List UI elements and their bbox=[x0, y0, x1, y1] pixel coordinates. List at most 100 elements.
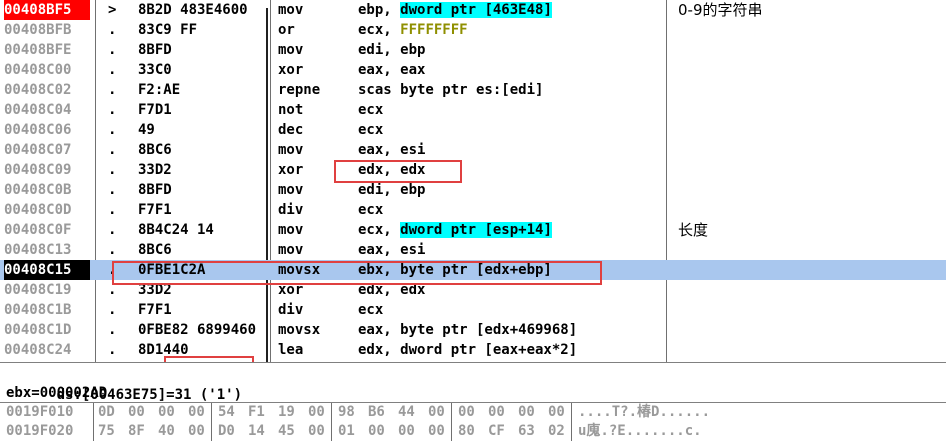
dump-byte: 00 bbox=[428, 404, 445, 420]
disassembly-pane[interactable]: 00408BF5 >8B2D 483E4600 mov ebp, dword ptr … bbox=[0, 0, 946, 363]
dump-ascii: u廆.?E.......c. bbox=[578, 423, 702, 439]
instruction-mnemonic: not bbox=[278, 102, 304, 118]
memory-dump-pane[interactable]: 0019F010 0D 00 00 00 54 F1 19 00 98 B6 44 00 00 00 00 00… bbox=[0, 402, 946, 441]
dump-byte: 00 bbox=[518, 404, 535, 420]
disasm-row[interactable]: 00408BF5 >8B2D 483E4600 mov ebp, dword ptr … bbox=[0, 0, 946, 20]
disasm-row[interactable]: 00408C02. F2:AE repne scas byte ptr es:[edi… bbox=[0, 80, 946, 100]
dump-byte: 98 bbox=[338, 404, 355, 420]
disasm-row[interactable]: 00408C09. 33D2 xor edx, edx bbox=[0, 160, 946, 180]
instruction-address: 00408C15 bbox=[4, 260, 90, 280]
instruction-address: 00408C0F bbox=[4, 222, 72, 238]
dump-byte: 00 bbox=[398, 423, 415, 439]
dump-byte: 40 bbox=[158, 423, 175, 439]
instruction-operands: ebp, dword ptr [463E48] bbox=[358, 2, 552, 18]
dump-byte: 63 bbox=[518, 423, 535, 439]
instruction-address: 00408BF5 bbox=[4, 0, 90, 20]
instruction-operands: ecx, dword ptr [esp+14] bbox=[358, 222, 552, 238]
instruction-address: 00408C0B bbox=[4, 182, 72, 198]
disasm-row[interactable]: 00408C13. 8BC6 mov eax, esi bbox=[0, 240, 946, 260]
instruction-operands: edi, ebp bbox=[358, 182, 426, 198]
instruction-address: 00408C24 bbox=[4, 342, 72, 358]
instruction-hex: F7D1 bbox=[138, 102, 172, 118]
dump-byte: 45 bbox=[278, 423, 295, 439]
instruction-hex: 8BFD bbox=[138, 42, 172, 58]
dump-byte: 19 bbox=[278, 404, 295, 420]
instruction-hex: 8B4C24 14 bbox=[138, 222, 214, 238]
instruction-hex: 83C9 FF bbox=[138, 22, 198, 38]
instruction-mnemonic: dec bbox=[278, 122, 304, 138]
instruction-mnemonic: or bbox=[278, 22, 295, 38]
dump-byte: 00 bbox=[188, 423, 205, 439]
jump-marker: . bbox=[108, 342, 117, 358]
disasm-row[interactable]: 00408C24. 8D1440 lea edx, dword ptr [eax+ea… bbox=[0, 340, 946, 360]
dump-address: 0019F010 bbox=[6, 404, 74, 420]
disasm-row[interactable]: 00408C1B. F7F1 div ecx bbox=[0, 300, 946, 320]
dump-byte: 01 bbox=[338, 423, 355, 439]
instruction-operands: eax, byte ptr [edx+469968] bbox=[358, 322, 578, 338]
instruction-hex: 33D2 bbox=[138, 162, 172, 178]
jump-marker: . bbox=[108, 182, 117, 198]
dump-ascii: ....T?.椿D...... bbox=[578, 404, 711, 420]
instruction-hex: 49 bbox=[138, 122, 155, 138]
dump-byte: 00 bbox=[368, 423, 385, 439]
immediate-value: FFFFFFFF bbox=[400, 22, 468, 38]
instruction-mnemonic: repne bbox=[278, 82, 321, 98]
instruction-mnemonic: mov bbox=[278, 182, 304, 198]
instruction-hex: F7F1 bbox=[138, 302, 172, 318]
disasm-row[interactable]: 00408C06. 49 dec ecx bbox=[0, 120, 946, 140]
instruction-operands: edi, ebp bbox=[358, 42, 426, 58]
instruction-address: 00408C1D bbox=[4, 322, 72, 338]
disasm-row[interactable]: 00408C04. F7D1 not ecx bbox=[0, 100, 946, 120]
jump-marker: . bbox=[108, 122, 117, 138]
dump-byte: 00 bbox=[188, 404, 205, 420]
dump-byte: B6 bbox=[368, 404, 385, 420]
disasm-row[interactable]: 00408C07. 8BC6 mov eax, esi bbox=[0, 140, 946, 160]
instruction-operands: eax, eax bbox=[358, 62, 426, 78]
disasm-row[interactable]: 00408BFE. 8BFD mov edi, ebp bbox=[0, 40, 946, 60]
instruction-hex: 0FBE82 6899460 bbox=[138, 322, 257, 338]
dump-byte: 8F bbox=[128, 423, 145, 439]
disasm-row[interactable]: 00408C0B. 8BFD mov edi, ebp bbox=[0, 180, 946, 200]
instruction-mnemonic: div bbox=[278, 202, 304, 218]
instruction-mnemonic: movsx bbox=[278, 322, 321, 338]
instruction-hex: F2:AE bbox=[138, 82, 181, 98]
info-pane: ds:[00463E75]=31 ('1') ebx=000002AD bbox=[0, 362, 946, 403]
disasm-row[interactable]: 00408C1D. 0FBE82 6899460 movsx eax, byte pt… bbox=[0, 320, 946, 340]
instruction-address: 00408C06 bbox=[4, 122, 72, 138]
instruction-comment: 0-9的字符串 bbox=[678, 1, 763, 19]
instruction-mnemonic: mov bbox=[278, 242, 304, 258]
instruction-operands: eax, esi bbox=[358, 242, 426, 258]
instruction-address: 00408BFE bbox=[4, 42, 72, 58]
dump-byte: D0 bbox=[218, 423, 235, 439]
dump-row[interactable]: 0019F010 0D 00 00 00 54 F1 19 00 98 B6 44 00 00 00 00 00… bbox=[0, 403, 946, 422]
jump-marker: . bbox=[108, 222, 117, 238]
jump-marker: . bbox=[108, 142, 117, 158]
instruction-mnemonic: mov bbox=[278, 2, 304, 18]
instruction-address: 00408C0D bbox=[4, 202, 72, 218]
dump-byte: F1 bbox=[248, 404, 265, 420]
jump-marker: . bbox=[108, 82, 117, 98]
jump-marker: . bbox=[108, 242, 117, 258]
dump-byte: 02 bbox=[548, 423, 565, 439]
instruction-mnemonic: div bbox=[278, 302, 304, 318]
dump-address: 0019F020 bbox=[6, 423, 74, 439]
instruction-hex: F7F1 bbox=[138, 202, 172, 218]
instruction-operands: ecx bbox=[358, 102, 384, 118]
instruction-operands: edx, dword ptr [eax+eax*2] bbox=[358, 342, 578, 358]
jump-marker: . bbox=[108, 302, 117, 318]
instruction-comment: 长度 bbox=[678, 221, 709, 239]
disasm-row[interactable]: 00408C0D. F7F1 div ecx bbox=[0, 200, 946, 220]
instruction-address: 00408C19 bbox=[4, 282, 72, 298]
instruction-operands: ecx bbox=[358, 202, 384, 218]
memory-operand-highlight: dword ptr [esp+14] bbox=[400, 222, 552, 238]
dump-byte: 00 bbox=[308, 423, 325, 439]
annotation-box-xor-edx bbox=[334, 160, 462, 183]
disasm-row[interactable]: 00408C00. 33C0 xor eax, eax bbox=[0, 60, 946, 80]
instruction-operands: ecx, FFFFFFFF bbox=[358, 22, 468, 38]
dump-row[interactable]: 0019F020 75 8F 40 00 D0 14 45 00 01 00 00 00 80 CF 63 02… bbox=[0, 422, 946, 441]
jump-marker: . bbox=[108, 62, 117, 78]
jump-marker: . bbox=[108, 202, 117, 218]
disasm-row[interactable]: 00408BFB. 83C9 FF or ecx, FFFFFFFF bbox=[0, 20, 946, 40]
disasm-row[interactable]: 00408C0F. 8B4C24 14 mov ecx, dword ptr [esp… bbox=[0, 220, 946, 240]
dump-byte: 00 bbox=[488, 404, 505, 420]
